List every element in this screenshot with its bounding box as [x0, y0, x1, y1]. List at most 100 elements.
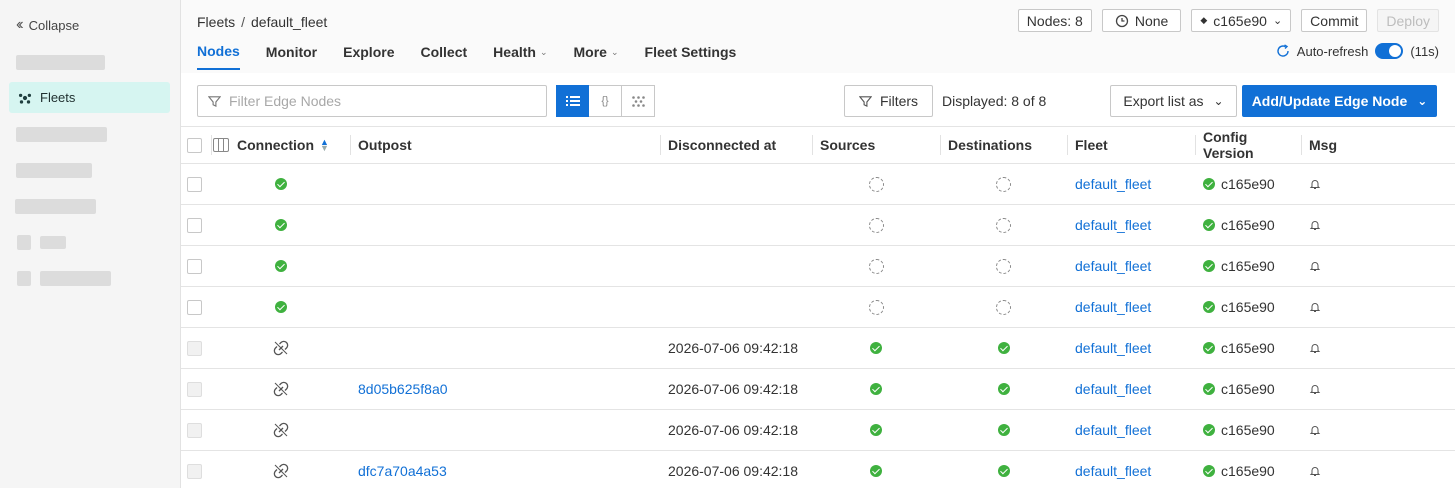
disconnected-at-cell: 2026-07-06 09:42:18	[660, 410, 812, 450]
list-view-button[interactable]	[556, 85, 589, 117]
sidebar-item-placeholder[interactable]	[15, 199, 96, 214]
config-version: c165e90	[1203, 299, 1275, 315]
table-row[interactable]: default_fleet c165e90	[181, 246, 1455, 287]
destinations-cell	[940, 287, 1067, 327]
fleet-link[interactable]: default_fleet	[1075, 381, 1151, 397]
disconnected-at-cell	[660, 205, 812, 245]
disconnected-link-icon	[273, 422, 288, 438]
row-checkbox[interactable]	[187, 381, 202, 397]
fleet-link[interactable]: default_fleet	[1075, 299, 1151, 315]
row-select-cell	[181, 451, 211, 488]
sidebar-item-placeholder[interactable]	[16, 55, 105, 70]
column-header-outpost[interactable]: Outpost	[350, 127, 660, 163]
column-header-config-version[interactable]: Config Version	[1195, 127, 1301, 163]
pending-circle-icon	[868, 299, 884, 315]
table-row[interactable]: 8d05b625f8a0 2026-07-06 09:42:18 default…	[181, 369, 1455, 410]
sidebar-item-placeholder[interactable]	[16, 127, 107, 142]
fleet-cell: default_fleet	[1067, 164, 1195, 204]
fleet-link[interactable]: default_fleet	[1075, 340, 1151, 356]
fleet-cell: default_fleet	[1067, 451, 1195, 488]
json-view-button[interactable]: {}	[589, 85, 622, 117]
fleet-link[interactable]: default_fleet	[1075, 217, 1151, 233]
export-label: Export list as	[1123, 93, 1204, 109]
deploy-button[interactable]: Deploy	[1377, 9, 1439, 32]
column-header-sources[interactable]: Sources	[812, 127, 940, 163]
bell-icon[interactable]	[1309, 383, 1321, 395]
tab-monitor[interactable]: Monitor	[266, 43, 317, 70]
none-button[interactable]: None	[1101, 9, 1182, 32]
check-circle-icon	[997, 424, 1010, 436]
row-checkbox[interactable]	[187, 258, 202, 274]
check-circle-icon	[1203, 178, 1215, 190]
column-header-disconnected-at[interactable]: Disconnected at	[660, 127, 812, 163]
fleet-link[interactable]: default_fleet	[1075, 176, 1151, 192]
row-checkbox[interactable]	[187, 299, 202, 315]
row-checkbox[interactable]	[187, 422, 202, 438]
bell-icon[interactable]	[1309, 424, 1321, 436]
config-version: c165e90	[1203, 381, 1275, 397]
bell-icon[interactable]	[1309, 342, 1321, 354]
table-row[interactable]: 2026-07-06 09:42:18 default_fleet c165e9…	[181, 410, 1455, 451]
sidebar-item-placeholder[interactable]	[40, 271, 111, 286]
row-checkbox[interactable]	[187, 176, 202, 192]
sort-icon[interactable]: ▲ ▼	[320, 138, 329, 153]
table-row[interactable]: default_fleet c165e90	[181, 287, 1455, 328]
config-version-value: c165e90	[1221, 422, 1275, 438]
commit-version-dropdown[interactable]: ◆ c165e90 ⌄	[1191, 9, 1292, 32]
edge-nodes-table: Connection ▲ ▼ Outpost Disconnected at So…	[181, 126, 1455, 488]
bell-icon[interactable]	[1309, 178, 1321, 190]
none-label: None	[1134, 12, 1169, 29]
tab-nodes[interactable]: Nodes	[197, 43, 240, 70]
disconnected-at-cell: 2026-07-06 09:42:18	[660, 328, 812, 368]
column-header-msg[interactable]: Msg	[1301, 127, 1361, 163]
row-checkbox[interactable]	[187, 217, 202, 233]
tab-explore[interactable]: Explore	[343, 43, 394, 70]
column-header-connection[interactable]: Connection ▲ ▼	[211, 127, 350, 163]
column-label: Destinations	[948, 137, 1033, 153]
filter-edge-nodes-input[interactable]	[229, 93, 529, 109]
outpost-link[interactable]: dfc7a70a4a53	[358, 463, 447, 479]
bell-icon[interactable]	[1309, 465, 1321, 477]
history-icon	[1115, 14, 1128, 27]
sidebar-item-placeholder[interactable]	[16, 163, 92, 178]
pending-circle-icon	[996, 258, 1011, 274]
column-selector-icon[interactable]	[213, 138, 229, 152]
nodes-count-button[interactable]: Nodes: 8	[1017, 9, 1092, 32]
fleet-link[interactable]: default_fleet	[1075, 463, 1151, 479]
grid-view-button[interactable]	[622, 85, 655, 117]
sidebar-item-placeholder[interactable]	[40, 236, 66, 249]
chevron-down-icon: ⌄	[610, 46, 619, 57]
commit-button[interactable]: Commit	[1301, 9, 1368, 32]
bell-icon[interactable]	[1309, 260, 1321, 272]
msg-cell	[1301, 246, 1361, 286]
tab-collect[interactable]: Collect	[420, 43, 467, 70]
pending-circle-icon	[868, 217, 884, 233]
table-row[interactable]: dfc7a70a4a53 2026-07-06 09:42:18 default…	[181, 451, 1455, 488]
table-row[interactable]: default_fleet c165e90	[181, 164, 1455, 205]
collapse-button[interactable]: ‹‹ Collapse	[16, 16, 79, 34]
fleet-link[interactable]: default_fleet	[1075, 422, 1151, 438]
tab-more[interactable]: More ⌄	[574, 43, 619, 70]
tab-fleet-settings[interactable]: Fleet Settings	[645, 43, 737, 70]
tab-health[interactable]: Health ⌄	[493, 43, 547, 70]
sidebar-item-fleets[interactable]: Fleets	[9, 82, 170, 113]
bell-icon[interactable]	[1309, 301, 1321, 313]
check-circle-icon	[870, 383, 882, 395]
auto-refresh-toggle[interactable]	[1375, 43, 1404, 59]
select-all-checkbox[interactable]	[187, 137, 202, 153]
add-update-edge-node-button[interactable]: Add/Update Edge Node ⌄	[1242, 85, 1437, 117]
row-checkbox[interactable]	[187, 463, 202, 479]
table-row[interactable]: 2026-07-06 09:42:18 default_fleet c165e9…	[181, 328, 1455, 369]
filters-button[interactable]: Filters	[844, 85, 933, 117]
breadcrumb-fleets-link[interactable]: Fleets	[197, 14, 235, 30]
sources-cell	[812, 164, 940, 204]
outpost-link[interactable]: 8d05b625f8a0	[358, 381, 448, 397]
auto-refresh-interval: (11s)	[1410, 43, 1439, 59]
fleet-link[interactable]: default_fleet	[1075, 258, 1151, 274]
table-row[interactable]: default_fleet c165e90	[181, 205, 1455, 246]
row-checkbox[interactable]	[187, 340, 202, 356]
column-header-fleet[interactable]: Fleet	[1067, 127, 1195, 163]
column-header-destinations[interactable]: Destinations	[940, 127, 1067, 163]
bell-icon[interactable]	[1309, 219, 1321, 231]
export-list-dropdown[interactable]: Export list as ⌄	[1110, 85, 1237, 117]
